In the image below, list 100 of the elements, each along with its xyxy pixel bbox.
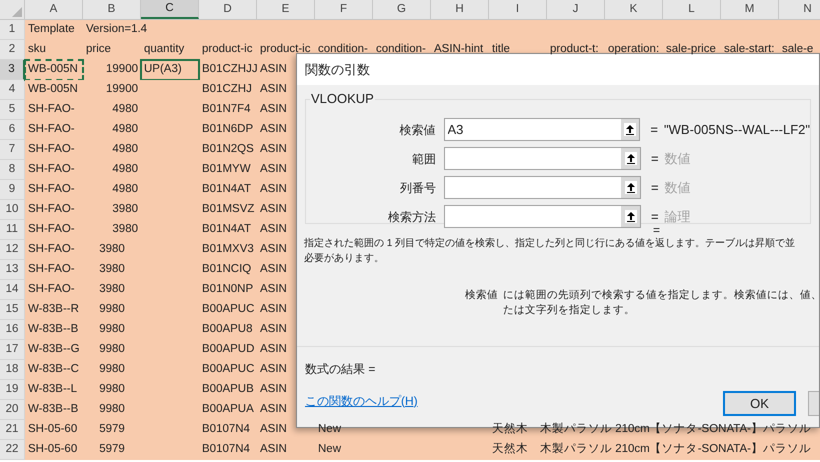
cell-text: B01CZHJ — [202, 82, 252, 98]
select-all-icon[interactable] — [12, 7, 22, 17]
column-header[interactable]: H — [431, 0, 489, 19]
row-header[interactable]: 2 — [0, 40, 25, 60]
cell-text: W-83B--C — [28, 362, 79, 378]
cell-text: B0107N4 — [202, 442, 250, 458]
cell-text: 4980 — [112, 162, 138, 178]
column-header[interactable]: L — [663, 0, 721, 19]
row-header[interactable]: 22 — [0, 440, 25, 460]
argument-result: 論理 — [664, 208, 691, 226]
cell-text: 9980 — [99, 342, 125, 358]
row-header[interactable]: 8 — [0, 160, 25, 180]
argument-label: 範囲 — [411, 150, 437, 168]
cell-text: ASIN — [260, 102, 287, 118]
cell-text: ASIN — [260, 202, 287, 218]
cell-text: W-83B--B — [28, 402, 78, 418]
cell-text: 9980 — [99, 302, 125, 318]
cell-text: condition- — [318, 42, 368, 58]
row-header[interactable]: 15 — [0, 300, 25, 320]
cancel-button[interactable] — [808, 391, 819, 416]
row-header[interactable]: 18 — [0, 360, 25, 380]
row-header[interactable]: 3 — [0, 60, 25, 80]
cell-text: 19900 — [106, 62, 138, 78]
column-header[interactable]: N — [779, 0, 820, 19]
cell-text: ASIN — [260, 262, 287, 278]
cell-text: 4980 — [112, 142, 138, 158]
ok-button[interactable]: OK — [723, 391, 796, 416]
cell-text: B01N6DP — [202, 122, 254, 138]
column-header[interactable]: I — [489, 0, 547, 19]
cell-text: 3980 — [112, 222, 138, 238]
cell-text: 3980 — [99, 282, 125, 298]
row-header[interactable]: 9 — [0, 180, 25, 200]
cell-text: sale-price — [666, 42, 716, 58]
row-header[interactable]: 12 — [0, 240, 25, 260]
argument-result: 数値 — [664, 150, 691, 168]
cell-text: WB-005N — [28, 62, 78, 78]
cell-text: SH-FAO- — [28, 262, 75, 278]
cell-text: SH-FAO- — [28, 142, 75, 158]
cell-text: B01N0NP — [202, 282, 254, 298]
cell-text: ASIN — [260, 422, 287, 438]
row-header[interactable]: 13 — [0, 260, 25, 280]
cell-text: New — [318, 442, 342, 458]
row-header[interactable]: 6 — [0, 120, 25, 140]
cell-text: W-83B--B — [28, 322, 78, 338]
column-header[interactable]: F — [315, 0, 373, 19]
cell-text: ASIN — [260, 242, 287, 258]
cell-text: SH-FAO- — [28, 122, 75, 138]
column-header[interactable]: K — [605, 0, 663, 19]
cell-text: ASIN — [260, 322, 287, 338]
cell-text: SH-FAO- — [28, 182, 75, 198]
cell-text: 4980 — [112, 122, 138, 138]
cell-text: ASIN — [260, 342, 287, 358]
equals-sign: = — [653, 224, 660, 236]
row-header[interactable]: 7 — [0, 140, 25, 160]
row-header[interactable]: 16 — [0, 320, 25, 340]
function-description: 必要があります。 — [304, 252, 385, 266]
cell-text: Version=1.4 — [86, 22, 148, 38]
equals-sign: = — [650, 120, 658, 139]
row-header[interactable]: 14 — [0, 280, 25, 300]
help-link[interactable]: この関数のヘルプ(H) — [305, 392, 418, 410]
row-header[interactable]: 5 — [0, 100, 25, 120]
row-header[interactable]: 11 — [0, 220, 25, 240]
column-header[interactable]: E — [257, 0, 315, 19]
column-header[interactable]: A — [25, 0, 83, 19]
column-header[interactable]: J — [547, 0, 605, 19]
cell-text: 4980 — [112, 102, 138, 118]
cell-text: B00APUB — [202, 382, 254, 398]
row-header[interactable]: 17 — [0, 340, 25, 360]
dialog-title: 関数の引数 — [305, 60, 370, 79]
cell-text: ASIN — [260, 62, 287, 78]
row-header[interactable]: 1 — [0, 20, 25, 40]
equals-sign: = — [651, 208, 659, 226]
row-header[interactable]: 10 — [0, 200, 25, 220]
cell-text: sku — [28, 42, 46, 58]
column-header[interactable]: D — [199, 0, 257, 19]
cell-text: ASIN — [260, 162, 287, 178]
cell-text: ASIN — [260, 122, 287, 138]
cell-text: 9980 — [99, 382, 125, 398]
row-header[interactable]: 21 — [0, 420, 25, 440]
cell-text: B00APUC — [202, 362, 254, 378]
cell-text: ASIN — [260, 282, 287, 298]
cell-text: operation: — [608, 42, 660, 58]
cell-text: B01MSVZ — [202, 202, 254, 218]
row-header[interactable]: 19 — [0, 380, 25, 400]
cell-text: W-83B--L — [28, 382, 77, 398]
cell-text: ASIN — [260, 82, 287, 98]
argument-description: には範囲の先頭列で検索する値を指定します。検索値には、値、 — [503, 288, 819, 303]
cell-text: W-83B--G — [28, 342, 80, 358]
row-header[interactable]: 20 — [0, 400, 25, 420]
row-header[interactable]: 4 — [0, 80, 25, 100]
column-header[interactable]: C — [141, 0, 199, 19]
argument-label: 列番号 — [399, 180, 437, 196]
cell-text: B00APUC — [202, 302, 254, 318]
cell-text: W-83B--R — [28, 302, 79, 318]
cell-text: ASIN — [260, 302, 287, 318]
cell-text: product-ic — [202, 42, 252, 58]
column-header[interactable]: G — [373, 0, 431, 19]
cell-text: SH-05-60 — [28, 442, 78, 458]
column-header[interactable]: M — [721, 0, 779, 19]
formula-result: 数式の結果 = — [305, 361, 376, 378]
